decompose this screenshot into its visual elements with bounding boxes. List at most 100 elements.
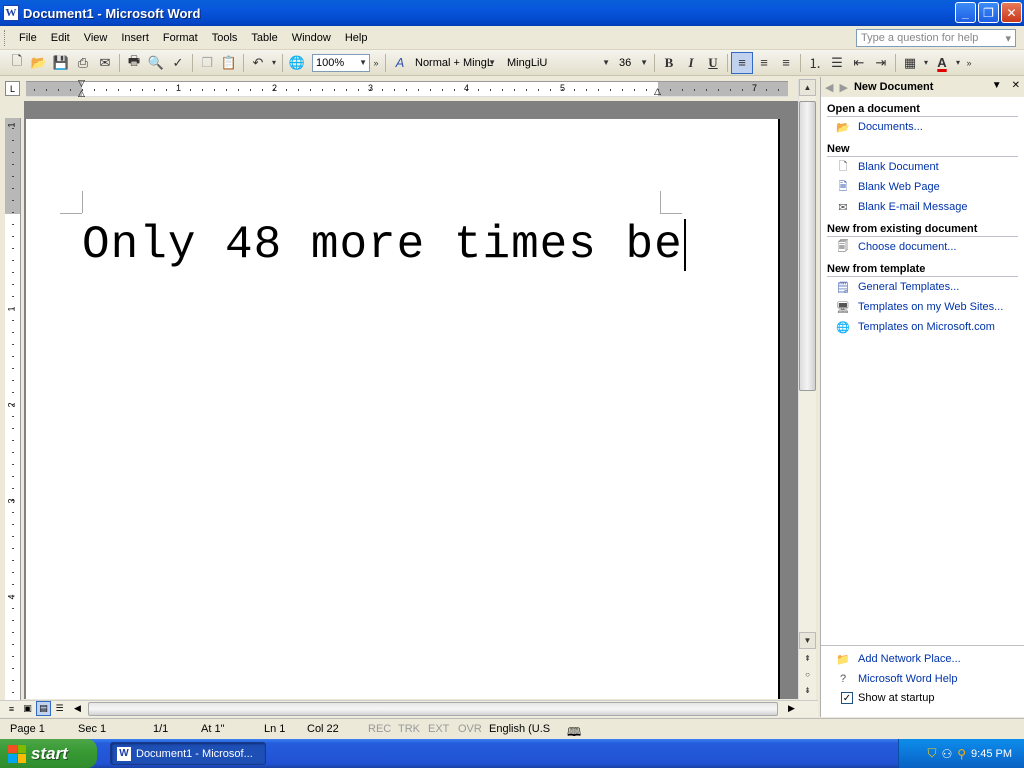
next-page-icon[interactable]: ⇟ [799,682,816,699]
word-app-icon[interactable]: W [3,5,19,21]
normal-view-icon[interactable]: ≡ [4,701,19,716]
vertical-scrollbar[interactable]: ▲ ▼ ⇞ ○ ⇟ [798,79,816,700]
horizontal-ruler[interactable]: 1 2 3 4 5 7 ▽ △ △ [26,78,788,98]
scroll-down-icon[interactable]: ▼ [799,632,816,649]
horizontal-scrollbar[interactable]: ≡ ▣ ▤ ☰ ◀ ▶ [0,700,818,717]
menu-table[interactable]: Table [244,30,284,46]
chevron-down-icon[interactable]: ▾ [1005,32,1011,45]
search-icon[interactable]: ⚲ [957,747,966,761]
new-document-icon[interactable]: 🗋 [6,52,28,74]
email-icon[interactable]: ✉ [94,52,116,74]
chevron-down-icon[interactable]: ▼ [488,58,496,67]
document-page[interactable]: Only 48 more times be [26,119,780,699]
menu-grip[interactable] [4,29,7,46]
numbering-icon[interactable]: ⒈ [804,52,826,74]
bullets-icon[interactable]: ☰ [826,52,848,74]
undo-icon[interactable]: ↶ [247,52,269,74]
styles-formatting-icon[interactable]: A [389,52,411,74]
security-shield-icon[interactable]: ⛉ [927,746,936,761]
chevron-down-icon[interactable]: ▼ [602,58,610,67]
status-rec[interactable]: REC [368,723,391,735]
open-folder-icon[interactable]: 📂 [28,52,50,74]
link-choose-document[interactable]: 🗐 Choose document... [827,237,1018,257]
forward-arrow-icon[interactable]: ▶ [839,81,847,94]
web-layout-view-icon[interactable]: ▣ [20,701,35,716]
select-browse-object-icon[interactable]: ○ [799,666,816,683]
clock[interactable]: 9:45 PM [971,748,1012,760]
menu-edit[interactable]: Edit [44,30,77,46]
vertical-scroll-thumb[interactable] [799,101,816,391]
permission-icon[interactable]: ⎙ [72,52,94,74]
increase-indent-icon[interactable]: ⇥ [870,52,892,74]
menu-help[interactable]: Help [338,30,375,46]
print-preview-icon[interactable]: 🔍 [145,52,167,74]
underline-button[interactable]: U [702,52,724,74]
font-color-icon[interactable]: A [931,52,953,74]
spelling-icon[interactable]: ✓ [167,52,189,74]
menu-file[interactable]: File [12,30,44,46]
task-pane-close-icon[interactable]: ✕ [1012,80,1020,91]
status-ovr[interactable]: OVR [458,723,482,735]
align-center-icon[interactable]: ≡ [753,52,775,74]
back-arrow-icon[interactable]: ◀ [825,81,833,94]
scroll-up-icon[interactable]: ▲ [799,79,816,96]
document-area[interactable]: Only 48 more times be [24,101,798,699]
zoom-select[interactable]: 100% ▼ [312,53,370,72]
bold-button[interactable]: B [658,52,680,74]
menu-tools[interactable]: Tools [205,30,245,46]
paste-icon[interactable]: 📋 [218,52,240,74]
toolbar-options-icon[interactable]: » [370,52,382,74]
scroll-right-icon[interactable]: ▶ [784,701,799,716]
hyperlink-globe-icon[interactable]: 🌐 [286,52,308,74]
outline-view-icon[interactable]: ☰ [52,701,67,716]
task-pane-dropdown-icon[interactable]: ▼ [992,80,1002,91]
chevron-down-icon[interactable]: ▼ [359,58,367,67]
toolbar-options-icon[interactable]: » [963,52,975,74]
help-search-input[interactable]: Type a question for help ▾ [856,29,1016,47]
undo-dropdown-icon[interactable]: ▾ [269,52,279,74]
align-right-icon[interactable]: ≡ [775,52,797,74]
print-icon[interactable]: 🖶 [123,52,145,74]
maximize-button[interactable]: ❐ [978,2,999,23]
close-button[interactable]: ✕ [1001,2,1022,23]
link-documents[interactable]: 📂 Documents... [827,117,1018,137]
previous-page-icon[interactable]: ⇞ [799,650,816,667]
link-blank-document[interactable]: 🗋 Blank Document [827,157,1018,177]
link-blank-email[interactable]: ✉ Blank E-mail Message [827,197,1018,217]
font-select[interactable]: MingLiU ▼ [503,54,613,72]
decrease-indent-icon[interactable]: ⇤ [848,52,870,74]
font-size-select[interactable]: 36 ▼ [615,54,651,72]
tab-selector-icon[interactable]: L [5,81,20,96]
minimize-button[interactable]: _ [955,2,976,23]
taskbar-word-button[interactable]: W Document1 - Microsof... [110,742,266,765]
menu-view[interactable]: View [77,30,115,46]
status-trk[interactable]: TRK [398,723,420,735]
print-layout-view-icon[interactable]: ▤ [36,701,51,716]
link-add-network-place[interactable]: 📁 Add Network Place... [827,649,1018,669]
network-icon[interactable]: ⚇ [941,747,952,761]
show-at-startup-checkbox[interactable]: ✓ Show at startup [827,689,1018,707]
menu-window[interactable]: Window [285,30,338,46]
style-select[interactable]: Normal + MingL ▼ [411,54,499,72]
link-general-templates[interactable]: 🗒 General Templates... [827,277,1018,297]
link-web-templates[interactable]: 🖥 Templates on my Web Sites... [827,297,1018,317]
status-ext[interactable]: EXT [428,723,449,735]
checkmark-icon[interactable]: ✓ [841,692,853,704]
menu-insert[interactable]: Insert [114,30,156,46]
font-color-dropdown-icon[interactable]: ▾ [953,52,963,74]
document-text[interactable]: Only 48 more times be [82,219,686,271]
copy-icon[interactable]: ❐ [196,52,218,74]
vertical-ruler[interactable]: 1 1 2 3 4 [5,118,21,700]
right-indent-icon[interactable]: △ [654,86,661,97]
align-left-icon[interactable]: ≡ [731,51,753,74]
scroll-left-icon[interactable]: ◀ [70,701,85,716]
menu-format[interactable]: Format [156,30,205,46]
link-word-help[interactable]: ? Microsoft Word Help [827,669,1018,689]
link-microsoft-templates[interactable]: 🌐 Templates on Microsoft.com [827,317,1018,337]
save-icon[interactable]: 💾 [50,52,72,74]
link-blank-web-page[interactable]: 🗎 Blank Web Page [827,177,1018,197]
borders-icon[interactable]: ▦ [899,52,921,74]
start-button[interactable]: start [0,739,97,768]
chevron-down-icon[interactable]: ▼ [640,58,648,67]
borders-dropdown-icon[interactable]: ▾ [921,52,931,74]
